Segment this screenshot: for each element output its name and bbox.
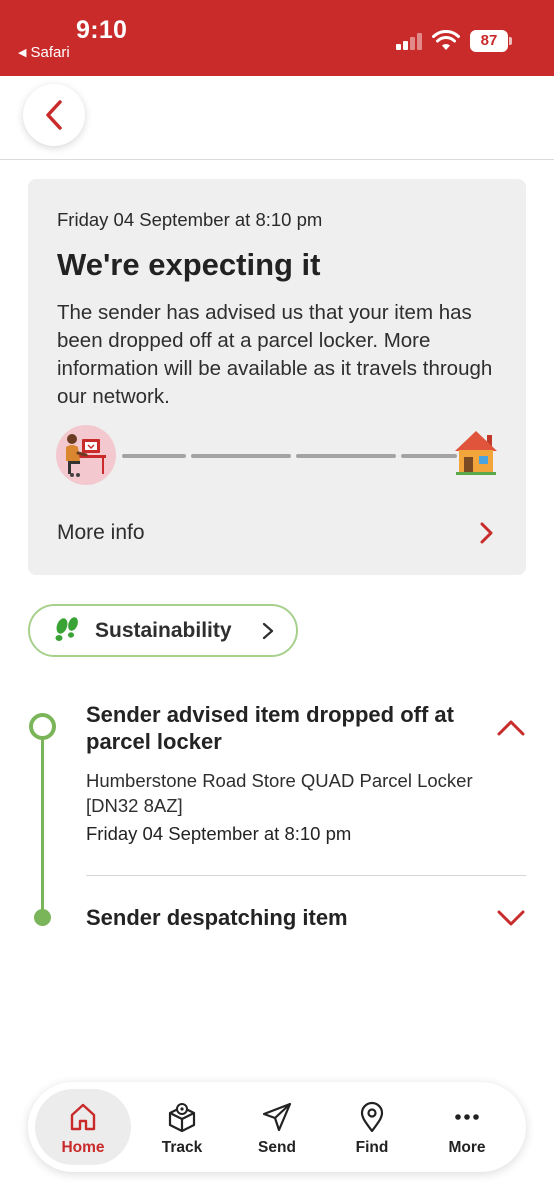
progress-segment [401,454,457,458]
tab-label: Track [161,1139,203,1156]
parcel-icon [168,1103,196,1133]
tab-find[interactable]: Find [324,1089,420,1165]
home-icon [70,1103,96,1131]
tab-label: Home [61,1139,105,1156]
tracking-status-card: Friday 04 September at 8:10 pm We're exp… [28,179,526,575]
wifi-icon [432,30,460,50]
paper-plane-icon [262,1102,292,1132]
sustainability-button[interactable]: Sustainability [28,604,298,657]
status-bar: 9:10 ◀ Safari 87 [0,0,554,76]
delivery-progress [56,425,498,489]
tab-home[interactable]: Home [35,1089,131,1165]
tab-more[interactable]: More [419,1089,515,1165]
status-date: Friday 04 September at 8:10 pm [57,209,323,230]
status-title: We're expecting it [57,247,321,282]
chevron-right-icon [262,622,274,640]
footprints-icon [55,617,78,641]
chevron-left-icon [46,100,62,130]
ellipsis-icon [455,1114,479,1120]
timeline-node [34,909,51,926]
tab-track[interactable]: Track [134,1089,230,1165]
timeline-node-current [29,713,56,740]
status-description: The sender has advised us that your item… [57,301,493,408]
bottom-tab-bar: Home Track Send Find More [28,1082,526,1172]
back-app-label: Safari [30,44,70,61]
progress-segment [122,454,186,458]
back-triangle-icon: ◀ [18,47,27,59]
progress-segment [296,454,396,458]
progress-segment [191,454,291,458]
tab-label: Send [258,1139,296,1156]
house-icon [455,431,497,475]
sustainability-label: Sustainability [95,619,232,642]
timeline-event-title[interactable]: Sender despatching item [86,905,348,931]
timeline-event-location: Humberstone Road Store QUAD Parcel Locke… [86,770,473,816]
more-info-label: More info [57,521,145,544]
tab-send[interactable]: Send [229,1089,325,1165]
tab-label: More [448,1139,486,1156]
battery-indicator: 87 [470,30,508,52]
cellular-signal-icon [396,32,424,50]
tab-label: Find [355,1139,389,1156]
timeline-divider [86,875,526,876]
battery-tip [509,37,512,45]
more-info-row[interactable]: More info [28,497,526,569]
timeline-event-date: Friday 04 September at 8:10 pm [86,823,352,844]
back-to-app-link[interactable]: ◀ Safari [18,44,70,61]
timeline-line [41,738,44,918]
chevron-down-icon[interactable] [496,908,526,928]
timeline-event-title[interactable]: Sender advised item dropped off at parce… [86,701,486,755]
status-time: 9:10 [76,16,128,44]
location-pin-icon [360,1101,384,1133]
chevron-up-icon[interactable] [496,718,526,738]
sender-illustration-icon [56,425,116,485]
chevron-right-icon [480,522,493,544]
nav-header [0,76,554,160]
back-button[interactable] [23,84,85,146]
